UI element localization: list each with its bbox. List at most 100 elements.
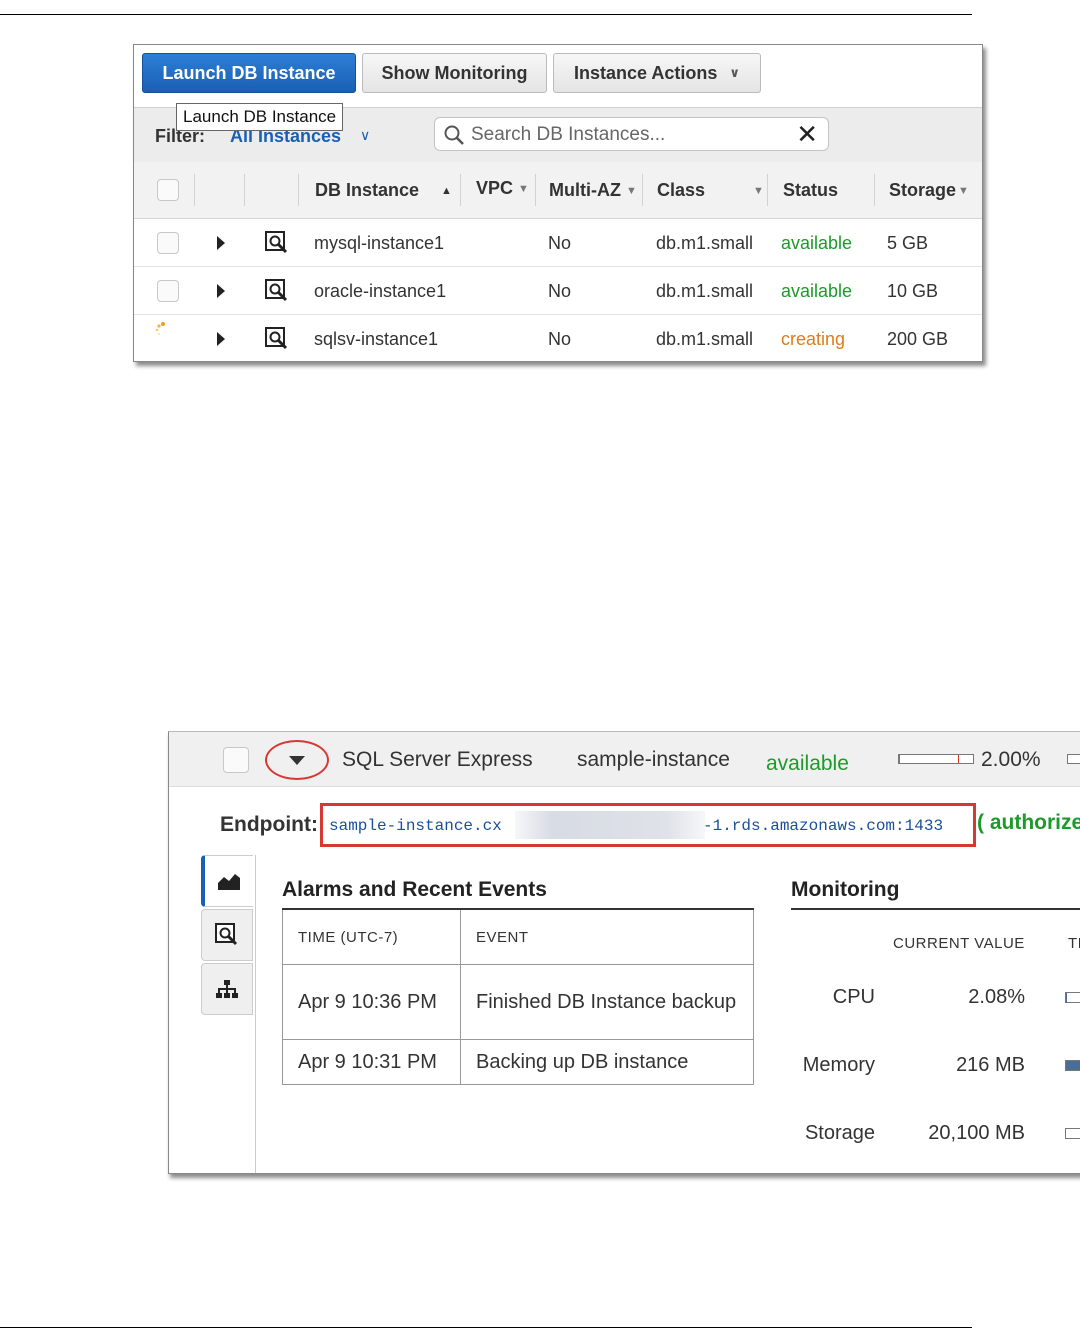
column-header-label: Storage	[889, 180, 957, 200]
chevron-down-icon[interactable]: ∨	[360, 127, 370, 144]
row-checkbox[interactable]	[157, 232, 179, 254]
event-text: Backing up DB instance	[460, 1039, 754, 1085]
column-divider	[535, 174, 536, 206]
details-icon[interactable]	[265, 327, 289, 351]
column-divider	[460, 174, 461, 206]
triangle-down-icon	[289, 756, 305, 765]
column-divider	[767, 174, 768, 206]
column-header-threshold: TI	[1068, 935, 1080, 952]
metric-value-memory: 216 MB	[956, 1054, 1025, 1076]
column-divider	[194, 174, 195, 206]
metric-bar-cpu	[1065, 992, 1080, 1003]
row-checkbox[interactable]	[223, 747, 249, 773]
launch-tooltip: Launch DB Instance	[176, 103, 344, 131]
expand-row-icon[interactable]	[217, 332, 225, 346]
column-header-label: VPC	[476, 178, 514, 198]
alarms-title: Alarms and Recent Events	[282, 878, 547, 901]
instance-name[interactable]: mysql-instance1	[314, 233, 444, 254]
instance-actions-button[interactable]: Instance Actions ∨	[553, 53, 761, 93]
metric-value-cpu: 2.08%	[968, 986, 1025, 1008]
sort-ascending-icon: ▲	[441, 185, 452, 197]
authorize-link[interactable]: ( authorize	[977, 811, 1080, 835]
endpoint-highlight: sample-instance.cx -1.rds.amazonaws.com:…	[320, 803, 976, 847]
multi-az-value: No	[548, 233, 572, 253]
instance-actions-label: Instance Actions	[574, 62, 718, 83]
metric-bar-fill	[1066, 993, 1067, 1002]
bottom-rule	[0, 1327, 972, 1328]
cpu-bar-fill	[899, 755, 901, 763]
row-checkbox[interactable]	[157, 280, 179, 302]
status-value: creating	[781, 329, 846, 349]
show-monitoring-button[interactable]: Show Monitoring	[362, 53, 547, 93]
monitoring-title: Monitoring	[791, 878, 900, 901]
expand-row-icon[interactable]	[217, 236, 225, 250]
search-box: ✕	[434, 117, 829, 151]
table-row[interactable]: oracle-instance1 No db.m1.small availabl…	[134, 267, 982, 315]
column-header-label: DB Instance	[315, 180, 420, 200]
tab-alarms[interactable]	[201, 855, 253, 907]
metric-label-memory: Memory	[802, 1054, 875, 1076]
metric-value-storage: 20,100 MB	[928, 1122, 1025, 1144]
loading-spinner-icon	[155, 322, 165, 335]
column-header-db-instance[interactable]: DB Instance ▲	[315, 180, 452, 201]
table-row[interactable]: mysql-instance1 No db.m1.small available…	[134, 219, 982, 267]
instance-name[interactable]: sqlsv-instance1	[314, 329, 438, 350]
sort-caret-icon: ▼	[958, 185, 969, 197]
area-chart-icon	[218, 874, 240, 890]
instance-summary-row: SQL Server Express sample-instance avail…	[169, 732, 1080, 787]
chevron-down-icon: ∨	[729, 65, 740, 80]
top-rule	[0, 14, 972, 15]
column-header-event: EVENT	[460, 908, 754, 965]
close-icon[interactable]: ✕	[796, 120, 818, 148]
event-text: Finished DB Instance backup	[460, 964, 754, 1040]
column-header-label: Class	[657, 180, 706, 200]
endpoint-end[interactable]: -1.rds.amazonaws.com:1433	[703, 817, 943, 835]
alarms-table: TIME (UTC-7) EVENT Apr 9 10:36 PM Finish…	[282, 908, 754, 1085]
instance-name[interactable]: sample-instance	[577, 748, 730, 772]
class-value: db.m1.small	[656, 329, 754, 349]
threshold-marker	[958, 755, 959, 763]
status-value: available	[766, 752, 849, 775]
search-input[interactable]	[469, 122, 793, 148]
column-divider	[298, 174, 299, 206]
storage-value: 5 GB	[887, 233, 929, 253]
db-instances-panel: Launch DB Instance Show Monitoring Insta…	[133, 44, 983, 362]
class-value: db.m1.small	[656, 281, 754, 301]
column-header-status[interactable]: Status	[783, 180, 838, 201]
cpu-percent: 2.00%	[981, 748, 1041, 771]
column-header-class[interactable]: Class ▼	[657, 180, 764, 201]
table-header: DB Instance ▲ VPC ▼ Multi-AZ ▼ Class ▼ Statu…	[134, 162, 982, 219]
column-divider	[642, 174, 643, 206]
column-header-label: Multi-AZ	[549, 180, 621, 200]
expand-toggle[interactable]	[265, 740, 329, 780]
table-row[interactable]: sqlsv-instance1 No db.m1.small creating …	[134, 315, 982, 361]
tab-topology[interactable]	[201, 963, 253, 1015]
metric-bar-storage	[1065, 1128, 1080, 1139]
details-icon[interactable]	[265, 279, 289, 303]
column-divider	[244, 174, 245, 206]
sort-caret-icon: ▼	[625, 185, 637, 197]
instance-name[interactable]: oracle-instance1	[314, 281, 446, 302]
column-header-multi-az[interactable]: Multi-AZ ▼	[549, 180, 637, 201]
table-row: Apr 9 10:31 PM Backing up DB instance	[282, 1039, 754, 1085]
column-header-current-value: CURRENT VALUE	[893, 935, 1025, 952]
endpoint-start[interactable]: sample-instance.cx	[329, 817, 502, 835]
launch-db-instance-button[interactable]: Launch DB Instance	[142, 53, 356, 93]
multi-az-value: No	[548, 329, 572, 349]
detail-tabs	[201, 855, 256, 1173]
engine-label: SQL Server Express	[342, 748, 533, 771]
metric-label-cpu: CPU	[832, 986, 875, 1008]
column-header-storage[interactable]: Storage ▼	[889, 180, 969, 201]
expand-row-icon[interactable]	[217, 284, 225, 298]
sort-caret-icon: ▼	[753, 185, 764, 197]
tab-details[interactable]	[201, 909, 253, 961]
storage-value: 200 GB	[887, 329, 949, 349]
select-all-checkbox[interactable]	[157, 179, 179, 201]
sort-caret-icon: ▼	[518, 183, 529, 195]
column-header-time: TIME (UTC-7)	[282, 908, 461, 965]
details-icon	[215, 923, 238, 946]
cpu-bar	[898, 754, 974, 764]
status-value: available	[781, 233, 853, 253]
column-header-vpc[interactable]: VPC ▼	[476, 178, 529, 199]
details-icon[interactable]	[265, 231, 289, 255]
